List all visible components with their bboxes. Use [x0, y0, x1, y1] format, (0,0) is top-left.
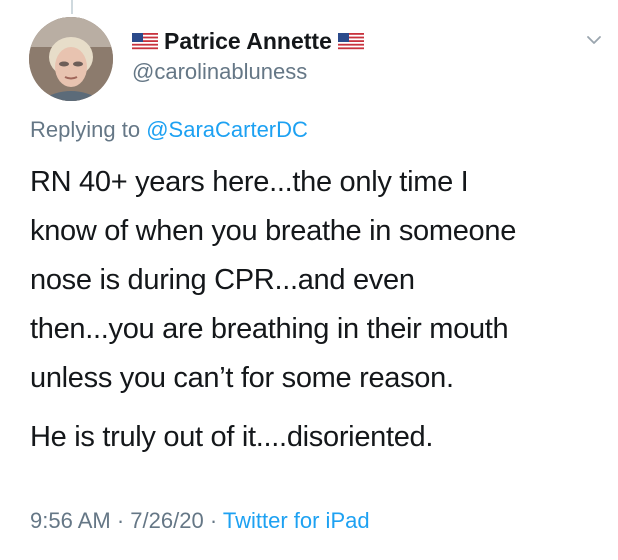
replying-to-label: Replying to — [30, 117, 141, 142]
replying-to-mention-link[interactable]: @SaraCarterDC — [146, 117, 308, 142]
tweet-time[interactable]: 9:56 AM — [30, 508, 111, 533]
display-name[interactable]: Patrice Annette — [164, 28, 332, 55]
name-row: Patrice Annette — [132, 26, 598, 56]
user-handle[interactable]: @carolinabluness — [132, 59, 598, 85]
thread-connector-line — [71, 0, 73, 14]
tweet-header: Patrice Annette @carolinabluness — [132, 26, 598, 85]
meta-separator: · — [116, 508, 125, 533]
tweet-paragraph: He is truly out of it....disoriented. — [30, 421, 434, 453]
replying-to-line: Replying to @SaraCarterDC — [30, 117, 308, 143]
us-flag-icon — [337, 32, 364, 50]
chevron-down-icon[interactable] — [584, 30, 604, 50]
avatar-photo — [29, 17, 113, 101]
tweet-date[interactable]: 7/26/20 — [130, 508, 203, 533]
meta-separator: · — [209, 508, 218, 533]
us-flag-icon — [132, 32, 158, 50]
tweet-body: RN 40+ years here...the only time I know… — [30, 158, 600, 462]
tweet-source-link[interactable]: Twitter for iPad — [223, 508, 370, 533]
tweet-metadata: 9:56 AM · 7/26/20 · Twitter for iPad — [30, 508, 370, 534]
avatar[interactable] — [29, 17, 113, 101]
tweet-paragraph: RN 40+ years here...the only time I know… — [30, 166, 517, 394]
tweet-card: Patrice Annette @carolinabluness Replyin… — [0, 0, 618, 560]
